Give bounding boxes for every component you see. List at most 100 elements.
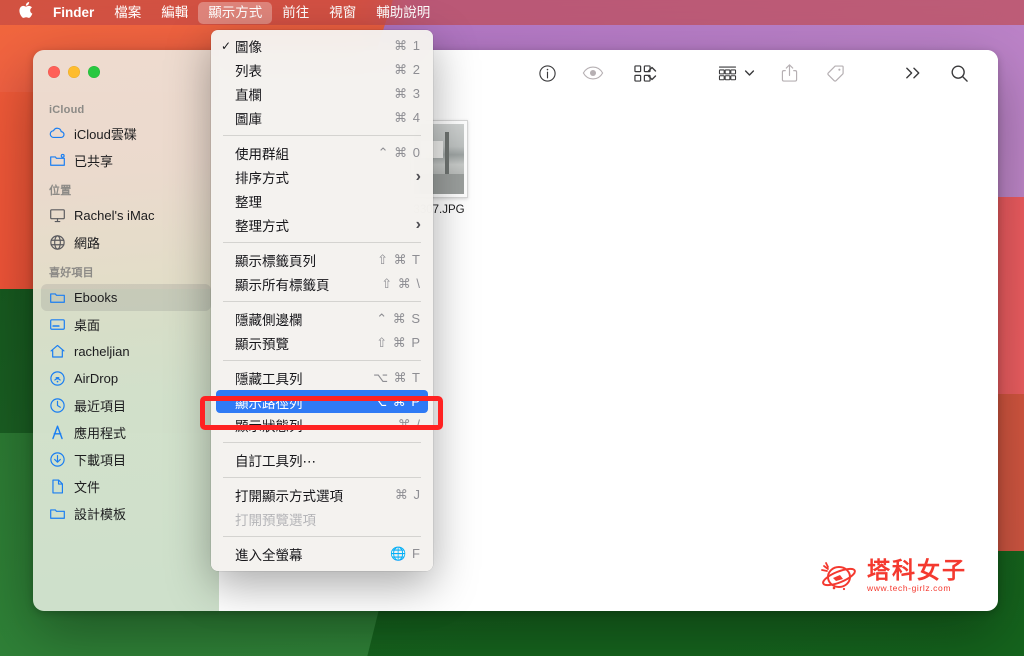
menu-item-label: 顯示所有標籤頁 <box>235 278 330 293</box>
quicklook-eye-icon[interactable] <box>576 59 610 87</box>
menu-item-label: 圖庫 <box>235 112 262 127</box>
sidebar-item-[interactable]: 文件 <box>41 473 211 500</box>
menu-item[interactable]: 顯示標籤頁列 ⇧ ⌘ T <box>211 248 433 272</box>
more-chevrons-icon[interactable] <box>896 59 930 87</box>
menu-item[interactable]: 圖庫 ⌘ 4 <box>211 106 433 130</box>
menu-item-label: 整理 <box>235 195 262 210</box>
menu-item-shortcut: 🌐 F <box>390 546 421 561</box>
menu-separator <box>223 536 421 537</box>
menu-bar-item-2[interactable]: 編輯 <box>151 2 198 24</box>
menu-item[interactable]: 排序方式 › <box>211 165 433 189</box>
sidebar-item-racheljian[interactable]: racheljian <box>41 338 211 365</box>
menu-item-label: 排序方式 <box>235 171 289 186</box>
sidebar-item-[interactable]: 設計模板 <box>41 500 211 527</box>
sidebar-item-ebooks[interactable]: Ebooks <box>41 284 211 311</box>
sidebar-item-label: 已共享 <box>74 154 114 169</box>
menu-item-label: 顯示路徑列 <box>235 395 303 411</box>
sidebar-item-[interactable]: 網路 <box>41 229 211 256</box>
sidebar-item-label: 桌面 <box>74 318 101 333</box>
menu-item[interactable]: 進入全螢幕 🌐 F <box>211 542 433 566</box>
menu-bar-item-0[interactable]: Finder <box>43 2 104 24</box>
sidebar-item-label: 應用程式 <box>74 426 127 441</box>
apple-logo-icon[interactable] <box>14 1 43 24</box>
sidebar-item-rachel-s-imac[interactable]: Rachel's iMac <box>41 202 211 229</box>
menu-item[interactable]: 隱藏工具列 ⌥ ⌘ T <box>211 366 433 390</box>
menu-item-shortcut: ⌥ ⌘ T <box>373 370 421 385</box>
menu-item-label: 整理方式 <box>235 219 289 234</box>
sidebar-item-label: iCloud雲碟 <box>74 127 137 142</box>
finder-window: iCloud iCloud雲碟 已共享 位置 Rachel's iMac 網路 喜好項目 Eb… <box>33 50 998 611</box>
menu-item-label: 打開預覽選項 <box>235 513 316 528</box>
menu-bar-item-3[interactable]: 顯示方式 <box>198 1 273 24</box>
menu-item[interactable]: ✓ 圖像 ⌘ 1 <box>211 34 433 58</box>
menu-bar-item-5[interactable]: 視窗 <box>319 2 366 24</box>
sidebar-item-label: Ebooks <box>74 290 118 305</box>
group-by-icon[interactable] <box>712 59 760 87</box>
icon-view-icon[interactable] <box>622 59 668 87</box>
sidebar-item-[interactable]: 應用程式 <box>41 419 211 446</box>
share-icon[interactable] <box>772 59 806 87</box>
menu-item[interactable]: 自訂工具列⋯ <box>211 448 433 472</box>
sidebar-section-header: 喜好項目 <box>49 267 94 279</box>
menu-bar-item-6[interactable]: 輔助說明 <box>366 2 440 24</box>
menu-item: 打開預覽選項 <box>211 507 433 531</box>
menu-item-label: 圖像 <box>235 40 262 55</box>
menu-item-label: 打開顯示方式選項 <box>235 489 343 504</box>
sidebar-item-[interactable]: 下載項目 <box>41 446 211 473</box>
menu-item-label: 顯示狀態列 <box>235 419 303 434</box>
sidebar-item-label: 下載項目 <box>74 453 127 468</box>
applications-icon <box>49 424 66 441</box>
clock-icon <box>49 397 66 414</box>
menu-item-label: 列表 <box>235 64 262 79</box>
menu-item[interactable]: 顯示預覽 ⇧ ⌘ P <box>211 331 433 355</box>
group-chevron-down-icon[interactable] <box>744 64 755 82</box>
watermark: 塔科女子 www.tech-girlz.com <box>820 558 967 593</box>
menu-item-shortcut: ⌘ 1 <box>394 38 421 53</box>
sidebar-sections: iCloud iCloud雲碟 已共享 位置 Rachel's iMac 網路 喜好項目 Eb… <box>33 96 219 527</box>
sidebar-item-[interactable]: 桌面 <box>41 311 211 338</box>
sidebar-section-header: 位置 <box>49 185 72 197</box>
tag-icon[interactable] <box>818 59 852 87</box>
sidebar-item-label: 網路 <box>74 236 101 251</box>
window-traffic-lights <box>48 66 100 78</box>
sidebar-item-icloud[interactable]: iCloud雲碟 <box>41 120 211 147</box>
maximize-button[interactable] <box>88 66 100 78</box>
shared-folder-icon <box>49 152 66 169</box>
menu-item-shortcut: ⌘ 4 <box>394 110 421 125</box>
menu-item[interactable]: 整理方式 › <box>211 213 433 237</box>
menu-bar-item-1[interactable]: 檔案 <box>104 2 151 24</box>
menu-item[interactable]: 使用群組 ⌃ ⌘ 0 <box>211 141 433 165</box>
sidebar-item-[interactable]: 已共享 <box>41 147 211 174</box>
info-icon[interactable] <box>530 59 564 87</box>
checkmark-icon: ✓ <box>221 39 232 53</box>
sidebar-item-airdrop[interactable]: AirDrop <box>41 365 211 392</box>
menu-separator <box>223 301 421 302</box>
menu-item[interactable]: 列表 ⌘ 2 <box>211 58 433 82</box>
search-icon[interactable] <box>942 59 976 87</box>
submenu-chevron-right-icon: › <box>415 216 421 233</box>
menu-item[interactable]: 顯示狀態列 ⌘ / <box>211 413 433 437</box>
menu-item[interactable]: 顯示所有標籤頁 ⇧ ⌘ \ <box>211 272 433 296</box>
imac-icon <box>49 207 66 224</box>
menu-item-label: 隱藏側邊欄 <box>235 313 303 328</box>
menu-item[interactable]: 隱藏側邊欄 ⌃ ⌘ S <box>211 307 433 331</box>
finder-sidebar: iCloud iCloud雲碟 已共享 位置 Rachel's iMac 網路 喜好項目 Eb… <box>33 50 219 611</box>
watermark-title: 塔科女子 <box>867 557 967 583</box>
folder-icon <box>49 505 66 522</box>
menu-separator <box>223 477 421 478</box>
folder-icon <box>49 289 66 306</box>
minimize-button[interactable] <box>68 66 80 78</box>
close-button[interactable] <box>48 66 60 78</box>
sidebar-item-[interactable]: 最近項目 <box>41 392 211 419</box>
menu-item-shortcut: ⇧ ⌘ \ <box>381 276 421 291</box>
menu-item[interactable]: 直欄 ⌘ 3 <box>211 82 433 106</box>
view-chevron-updown-icon[interactable] <box>647 66 657 81</box>
menu-item[interactable]: 打開顯示方式選項 ⌘ J <box>211 483 433 507</box>
menu-separator <box>223 360 421 361</box>
menu-bar-item-4[interactable]: 前往 <box>272 2 319 24</box>
menu-item[interactable]: 整理 <box>211 189 433 213</box>
home-icon <box>49 343 66 360</box>
menu-item-label: 使用群組 <box>235 147 289 162</box>
menu-item[interactable]: 顯示路徑列 ⌥ ⌘ P <box>216 390 428 413</box>
desktop-icon <box>49 316 66 333</box>
